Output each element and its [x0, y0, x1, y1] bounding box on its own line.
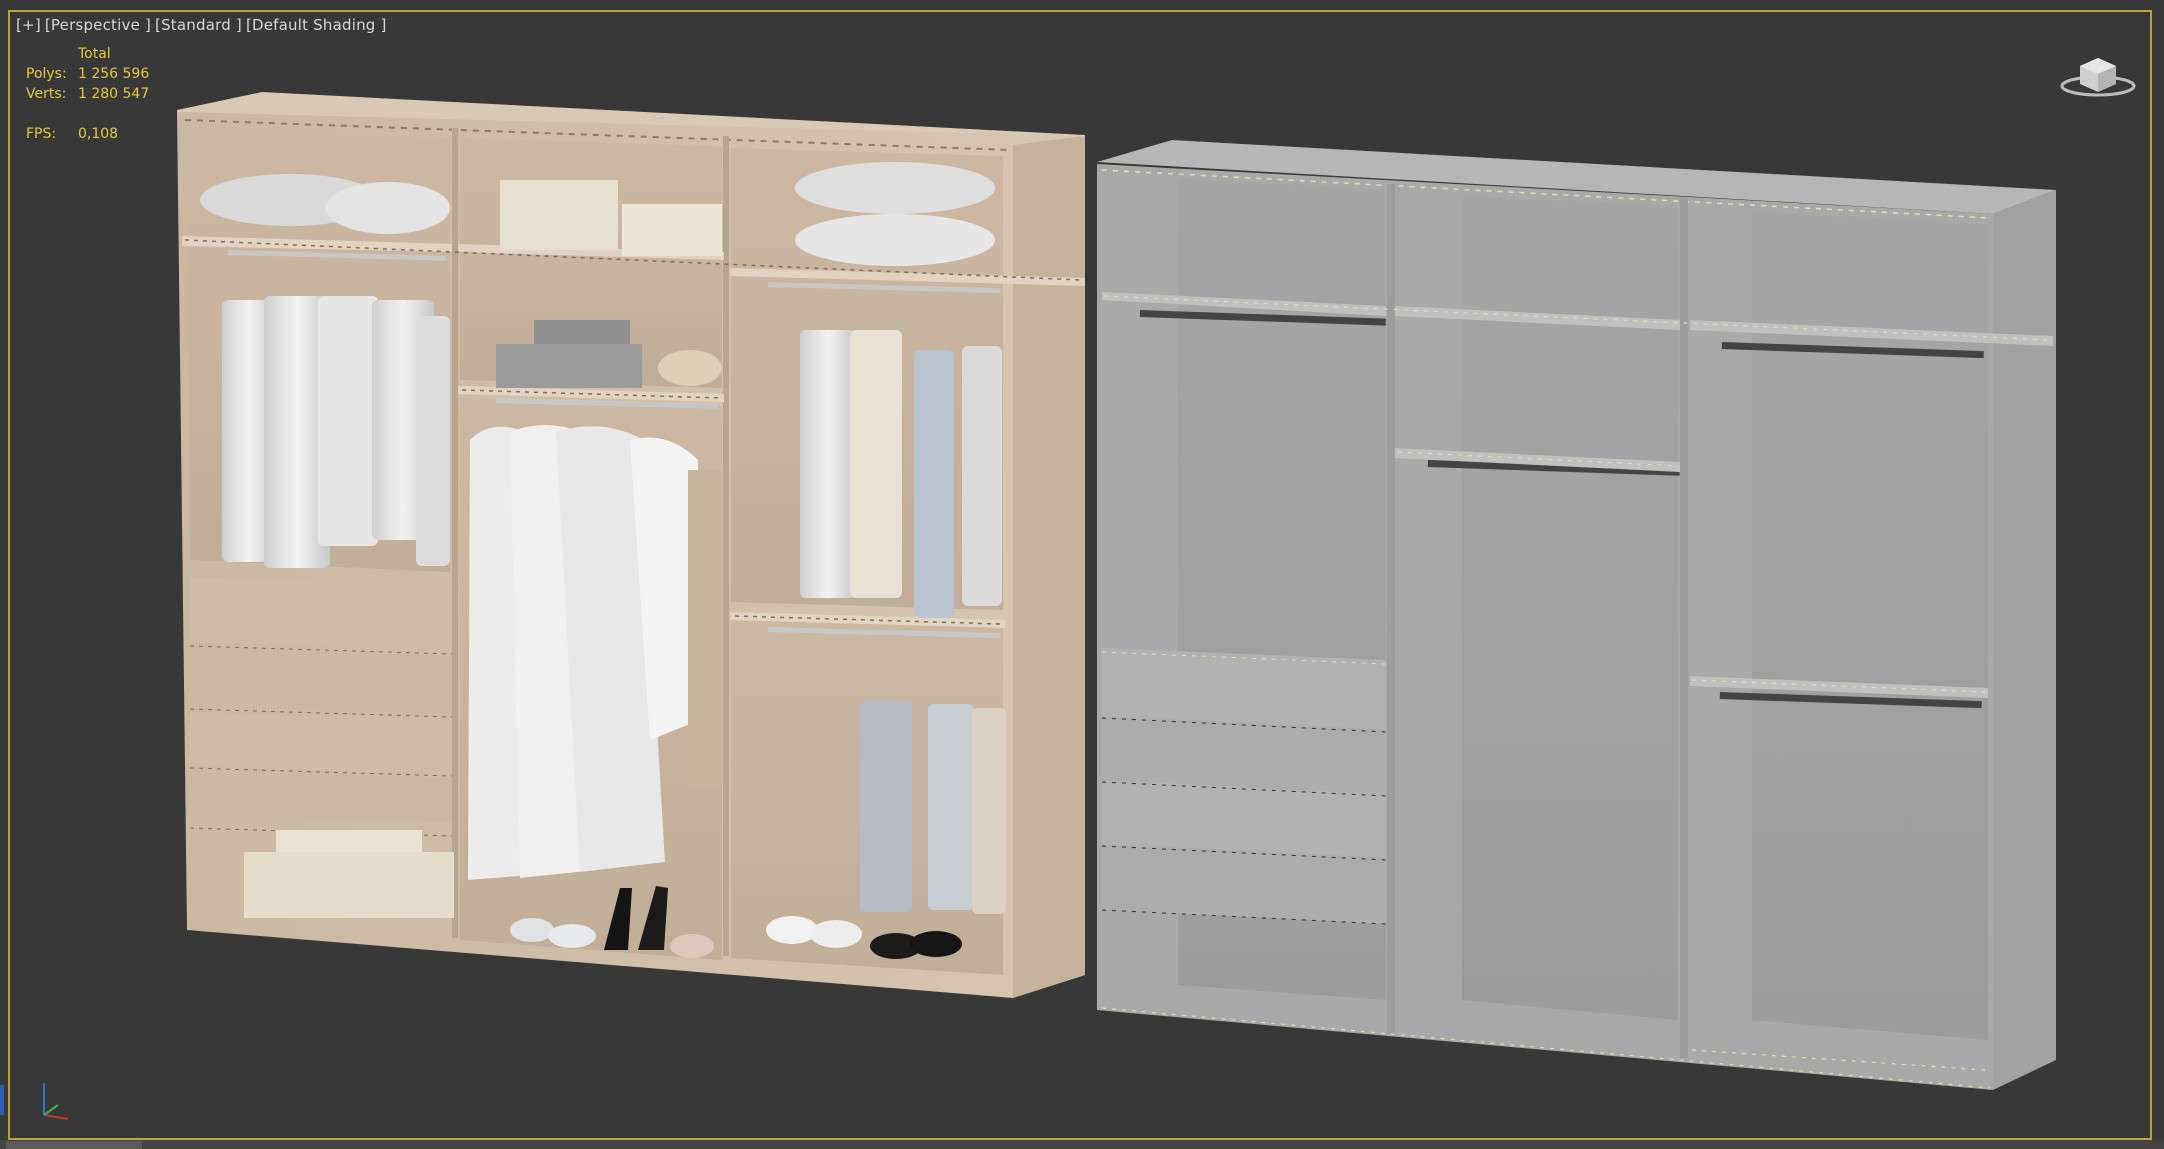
- grey-drawer-stack: [1101, 648, 1387, 925]
- stats-header: Total: [78, 46, 111, 62]
- viewport-shading-menu[interactable]: [Default Shading ]: [246, 16, 387, 34]
- fps-value: 0,108: [78, 126, 119, 142]
- drawer-stack: [189, 578, 453, 837]
- viewcube-icon[interactable]: [2058, 48, 2138, 98]
- grey-wardrobe-model[interactable]: [1097, 140, 2056, 1090]
- perspective-viewport[interactable]: [+] [Perspective ] [Standard ] [Default …: [0, 0, 2164, 1149]
- hanging-clothes-right-lower: [860, 700, 1006, 914]
- axis-tripod-icon: [43, 1083, 69, 1120]
- polys-value: 1 256 596: [78, 66, 150, 82]
- hanging-clothes-right-upper: [800, 330, 1002, 618]
- scene-render[interactable]: [0, 0, 2164, 1149]
- wooden-wardrobe-model[interactable]: [177, 92, 1085, 998]
- viewport-label-menu[interactable]: [+] [Perspective ] [Standard ] [Default …: [16, 16, 387, 34]
- viewport-point-of-view-menu[interactable]: [Perspective ]: [45, 16, 151, 34]
- polys-label: Polys:: [26, 66, 67, 82]
- statistics-overlay: Total Polys: 1 256 596 Verts: 1 280 547 …: [26, 44, 149, 144]
- verts-value: 1 280 547: [78, 86, 150, 102]
- viewport-standard-menu[interactable]: [Standard ]: [155, 16, 242, 34]
- viewport-edge-marker: [0, 1085, 4, 1115]
- fps-label: FPS:: [26, 126, 57, 142]
- verts-label: Verts:: [26, 86, 67, 102]
- viewport-plus-menu[interactable]: [+]: [16, 16, 41, 34]
- hanging-clothes-left: [222, 296, 450, 568]
- bottom-status-strip: [0, 1140, 2164, 1149]
- bottom-tab[interactable]: [6, 1141, 142, 1149]
